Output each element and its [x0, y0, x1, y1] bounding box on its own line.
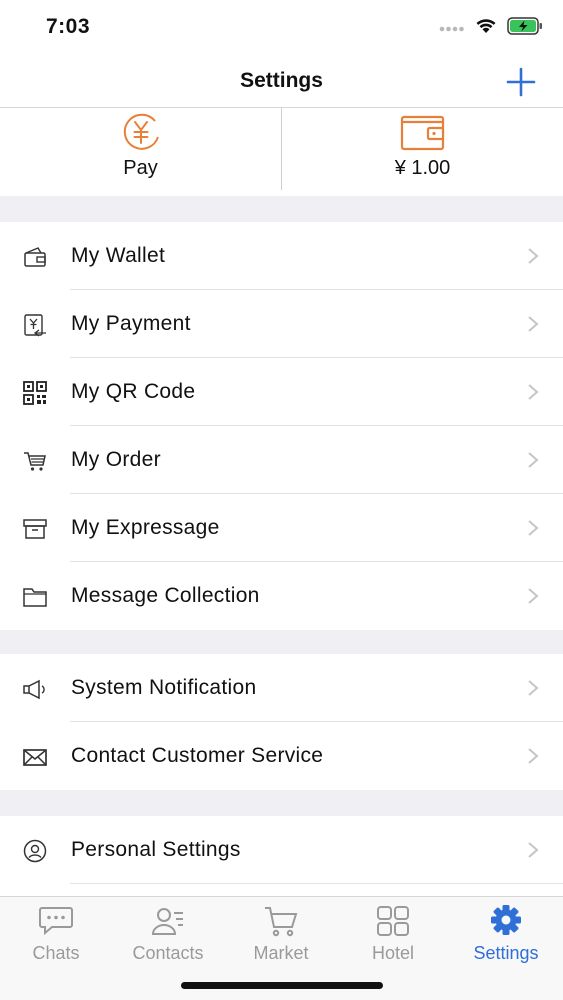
tab-settings[interactable]: Settings: [450, 903, 562, 965]
settings-group-2: System Notification Contact Customer Ser…: [0, 654, 563, 790]
grid-icon: [377, 906, 409, 936]
qr-code-icon: [23, 381, 47, 405]
chevron-right-icon: [528, 842, 539, 858]
shopping-cart-icon: [265, 907, 298, 937]
wallet-icon: [399, 112, 447, 157]
menu-item-label: My Order: [71, 448, 161, 471]
menu-item-label: My Expressage: [71, 516, 220, 539]
battery-icon: [507, 16, 543, 40]
page-title: Settings: [240, 69, 323, 92]
wallet-icon: [24, 247, 46, 267]
menu-item-label: My Payment: [71, 312, 191, 335]
chevron-right-icon: [528, 384, 539, 400]
menu-item-my-order[interactable]: My Order: [0, 426, 563, 494]
section-gap: [0, 630, 563, 654]
menu-item-label: Message Collection: [71, 584, 260, 607]
chevron-right-icon: [528, 588, 539, 604]
tab-label: Chats: [32, 943, 80, 963]
tab-label: Market: [253, 943, 309, 963]
menu-item-label: My QR Code: [71, 380, 196, 403]
status-time: 7:03: [46, 15, 91, 38]
tab-hotel[interactable]: Hotel: [337, 903, 449, 965]
menu-item-my-payment[interactable]: My Payment: [0, 290, 563, 358]
section-gap: [0, 196, 563, 222]
home-indicator: [181, 982, 383, 989]
chevron-right-icon: [528, 248, 539, 264]
user-circle-icon: [23, 839, 47, 863]
menu-item-my-expressage[interactable]: My Expressage: [0, 494, 563, 562]
wifi-icon: [475, 17, 497, 39]
pay-label: Pay: [123, 157, 158, 179]
gear-icon: [491, 905, 521, 935]
tab-label: Hotel: [371, 943, 415, 963]
pay-button[interactable]: Pay: [0, 108, 281, 196]
folder-icon: [23, 588, 47, 607]
payment-icon: [24, 314, 46, 337]
status-icons: [439, 16, 543, 40]
menu-item-personal-settings[interactable]: Personal Settings: [0, 816, 563, 884]
menu-item-system-notification[interactable]: System Notification: [0, 654, 563, 722]
settings-group-1: My Wallet My Payment My QR Code My Order…: [0, 222, 563, 630]
menu-item-my-wallet[interactable]: My Wallet: [0, 222, 563, 290]
menu-item-label: System Notification: [71, 676, 257, 699]
menu-item-my-qr-code[interactable]: My QR Code: [0, 358, 563, 426]
box-icon: [23, 519, 47, 539]
chat-bubble-icon: [39, 907, 73, 936]
plus-icon: [506, 67, 536, 97]
tab-chats[interactable]: Chats: [0, 903, 112, 965]
chevron-right-icon: [528, 520, 539, 536]
tab-market[interactable]: Market: [225, 903, 337, 965]
settings-group-3: Personal Settings: [0, 816, 563, 884]
signal-dots-icon: [439, 19, 465, 37]
tab-contacts[interactable]: Contacts: [112, 903, 224, 965]
megaphone-icon: [23, 679, 45, 700]
menu-item-label: Contact Customer Service: [71, 744, 324, 767]
chevron-right-icon: [528, 748, 539, 764]
cart-icon: [24, 452, 46, 471]
menu-item-contact-customer-service[interactable]: Contact Customer Service: [0, 722, 563, 790]
chevron-right-icon: [528, 680, 539, 696]
chevron-right-icon: [528, 316, 539, 332]
row-separator: [70, 883, 563, 884]
envelope-icon: [23, 749, 47, 766]
section-gap: [0, 790, 563, 816]
tab-label: Settings: [473, 943, 539, 963]
wallet-summary-panel: Pay ¥ 1.00: [0, 108, 563, 196]
contacts-icon: [151, 908, 183, 935]
chevron-right-icon: [528, 452, 539, 468]
tab-label: Contacts: [132, 943, 204, 963]
add-button[interactable]: [505, 66, 537, 98]
menu-item-message-collection[interactable]: Message Collection: [0, 562, 563, 630]
yuan-coin-icon: [119, 112, 163, 157]
balance-button[interactable]: ¥ 1.00: [282, 108, 563, 196]
navigation-bar: Settings: [0, 56, 563, 108]
balance-value: ¥ 1.00: [394, 157, 451, 179]
status-bar: 7:03: [0, 0, 563, 56]
menu-item-label: Personal Settings: [71, 838, 241, 861]
menu-item-label: My Wallet: [71, 244, 166, 267]
